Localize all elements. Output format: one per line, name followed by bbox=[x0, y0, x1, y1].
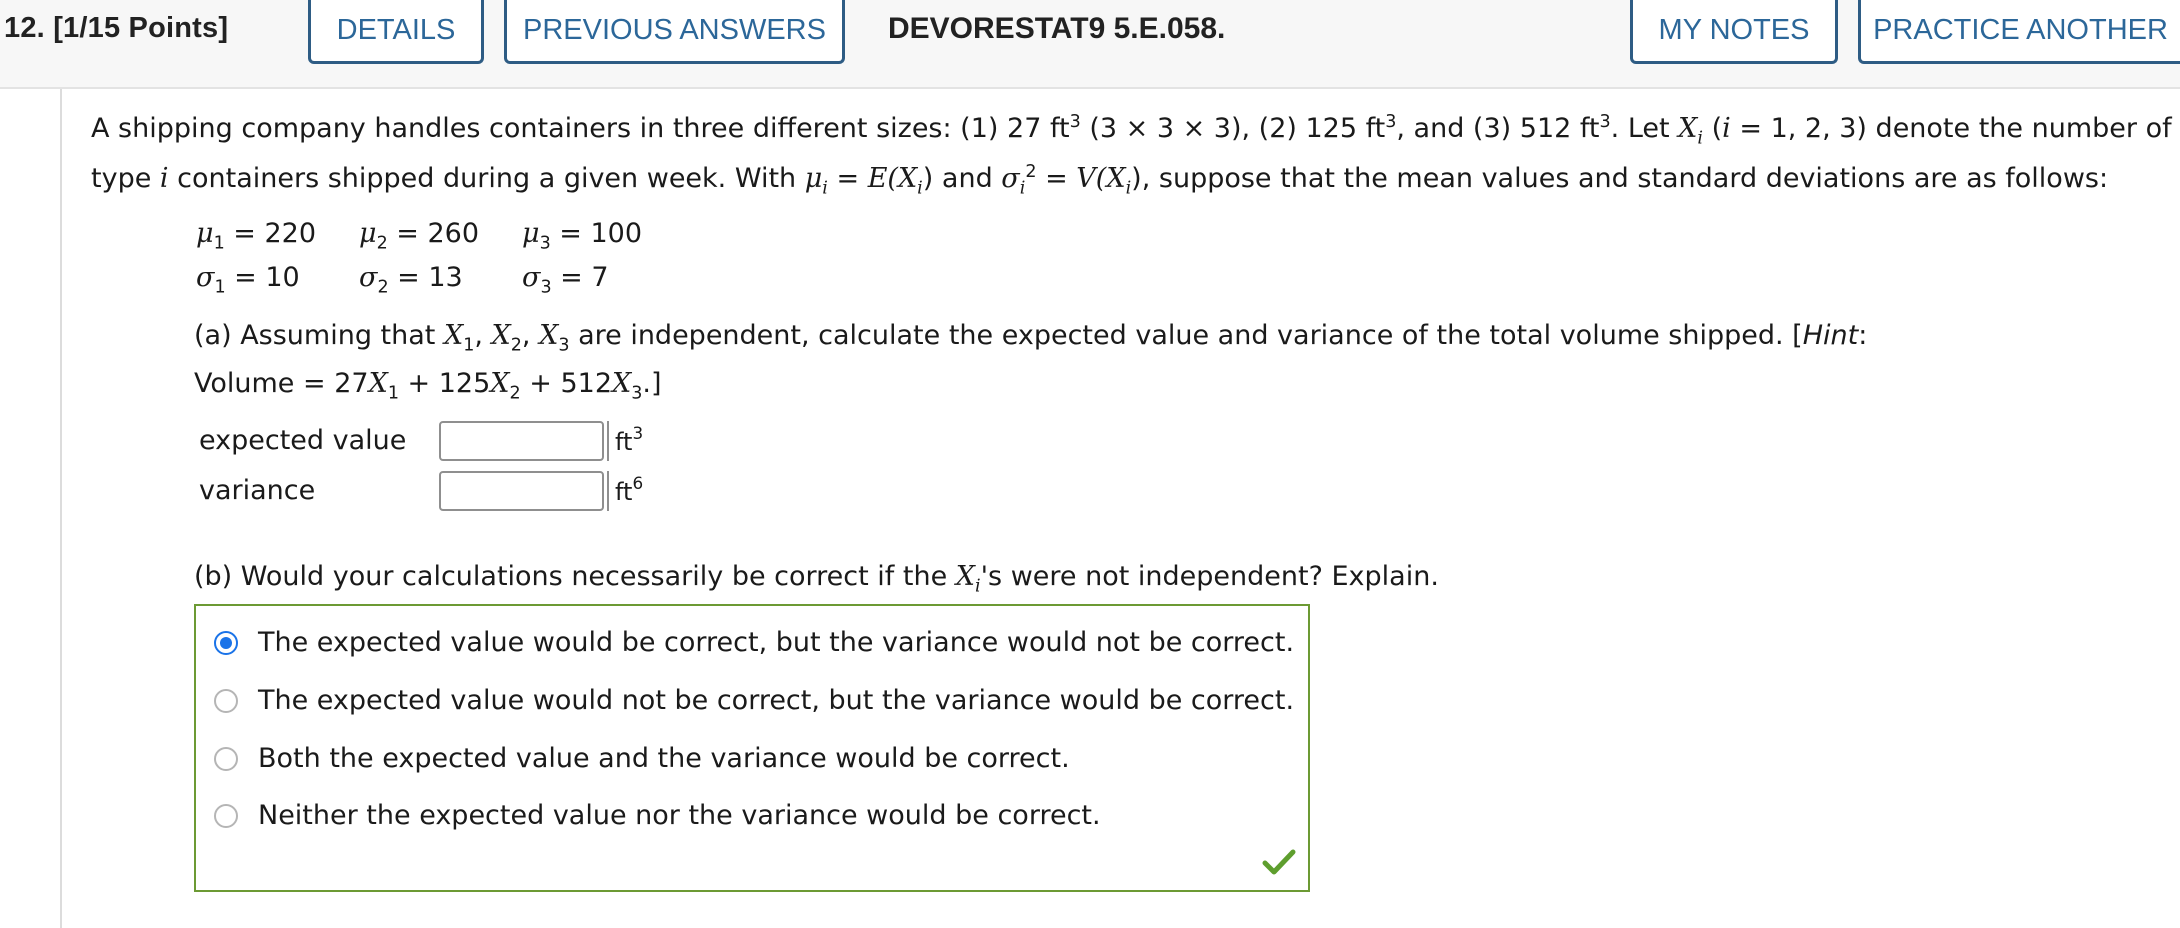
expected-value-unit: ft3 bbox=[607, 421, 643, 461]
hint-label: Hint bbox=[1802, 320, 1859, 351]
problem-text: ) bbox=[1131, 163, 1142, 194]
part-b-question: (b) Would your calculations necessarily … bbox=[194, 561, 1439, 597]
option-2[interactable]: Both the expected value and the variance… bbox=[214, 743, 1070, 774]
question-left-rule bbox=[60, 89, 62, 928]
problem-text: . Let bbox=[1610, 113, 1679, 144]
question-header: 12. [1/15 Points] DETAILS PREVIOUS ANSWE… bbox=[0, 0, 2180, 89]
radio-button[interactable] bbox=[214, 688, 238, 713]
math-symbol: V(X bbox=[1076, 163, 1126, 194]
radio-button[interactable] bbox=[214, 803, 238, 828]
variance-label: variance bbox=[199, 475, 316, 506]
expected-value-input[interactable] bbox=[439, 421, 604, 461]
math-symbol: σ bbox=[1001, 163, 1020, 194]
part-a-line-2: Volume = 27X1 + 125X2 + 512X3.] bbox=[194, 368, 662, 404]
exponent: 3 bbox=[1069, 112, 1081, 132]
problem-text: and bbox=[933, 163, 1002, 194]
details-button[interactable]: DETAILS bbox=[308, 0, 484, 64]
problem-text: = 1, 2, 3) denote the number of bbox=[1730, 113, 2172, 144]
mu3-value: μ3 = 100 bbox=[522, 218, 643, 254]
problem-text: containers shipped during a given week. … bbox=[168, 163, 805, 194]
problem-text: A shipping company handles containers in… bbox=[91, 113, 1070, 144]
option-label: Neither the expected value nor the varia… bbox=[258, 800, 1101, 831]
math-symbol: μ bbox=[804, 163, 823, 194]
problem-text: ) bbox=[922, 163, 934, 194]
previous-answers-button[interactable]: PREVIOUS ANSWERS bbox=[504, 0, 845, 64]
problem-text: , suppose that the mean values and stand… bbox=[1141, 163, 2109, 194]
radio-button[interactable] bbox=[214, 630, 238, 655]
option-3[interactable]: Neither the expected value nor the varia… bbox=[214, 800, 1101, 831]
math-symbol: X bbox=[1678, 113, 1698, 144]
option-label: The expected value would not be correct,… bbox=[258, 685, 1295, 716]
problem-line-1: A shipping company handles containers in… bbox=[91, 110, 2172, 148]
radio-button[interactable] bbox=[214, 746, 238, 771]
question-code: DEVORESTAT9 5.E.058. bbox=[888, 12, 1226, 45]
question-number: 12. [1/15 Points] bbox=[4, 12, 228, 45]
option-label: The expected value would be correct, but… bbox=[258, 627, 1295, 658]
problem-text: = bbox=[1036, 163, 1077, 194]
problem-text: type bbox=[91, 163, 160, 194]
exponent: 3 bbox=[1385, 112, 1397, 132]
problem-line-2: type i containers shipped during a given… bbox=[91, 160, 2108, 198]
option-label: Both the expected value and the variance… bbox=[258, 743, 1070, 774]
math-symbol: i bbox=[1722, 113, 1731, 144]
option-0[interactable]: The expected value would be correct, but… bbox=[214, 627, 1294, 658]
math-symbol: E(X bbox=[867, 163, 918, 194]
math-symbol: i bbox=[159, 163, 169, 194]
part-b-choices: The expected value would be correct, but… bbox=[194, 604, 1310, 892]
problem-text: , and (3) 512 ft bbox=[1396, 113, 1600, 144]
sigma2-value: σ2 = 13 bbox=[359, 262, 463, 298]
sigma1-value: σ1 = 10 bbox=[196, 262, 300, 298]
problem-text: (3 × 3 × 3), (2) 125 ft bbox=[1080, 113, 1386, 144]
my-notes-button[interactable]: MY NOTES bbox=[1630, 0, 1838, 64]
part-a-line-1: (a) Assuming that X1, X2, X3 are indepen… bbox=[194, 320, 1868, 356]
problem-text: ( bbox=[1703, 113, 1723, 144]
sigma3-value: σ3 = 7 bbox=[522, 262, 609, 298]
points-text: [1/15 Points] bbox=[53, 12, 229, 44]
checkmark-icon bbox=[1262, 849, 1296, 875]
question-number-text: 12. bbox=[4, 12, 45, 44]
exponent: 2 bbox=[1025, 162, 1037, 182]
expected-value-label: expected value bbox=[199, 425, 407, 456]
mu2-value: μ2 = 260 bbox=[359, 218, 480, 254]
practice-another-button[interactable]: PRACTICE ANOTHER bbox=[1858, 0, 2180, 64]
exponent: 3 bbox=[1599, 112, 1611, 132]
problem-text: = bbox=[827, 163, 868, 194]
option-1[interactable]: The expected value would not be correct,… bbox=[214, 685, 1294, 716]
mu1-value: μ1 = 220 bbox=[196, 218, 317, 254]
variance-unit: ft6 bbox=[607, 471, 643, 511]
variance-input[interactable] bbox=[439, 471, 604, 511]
